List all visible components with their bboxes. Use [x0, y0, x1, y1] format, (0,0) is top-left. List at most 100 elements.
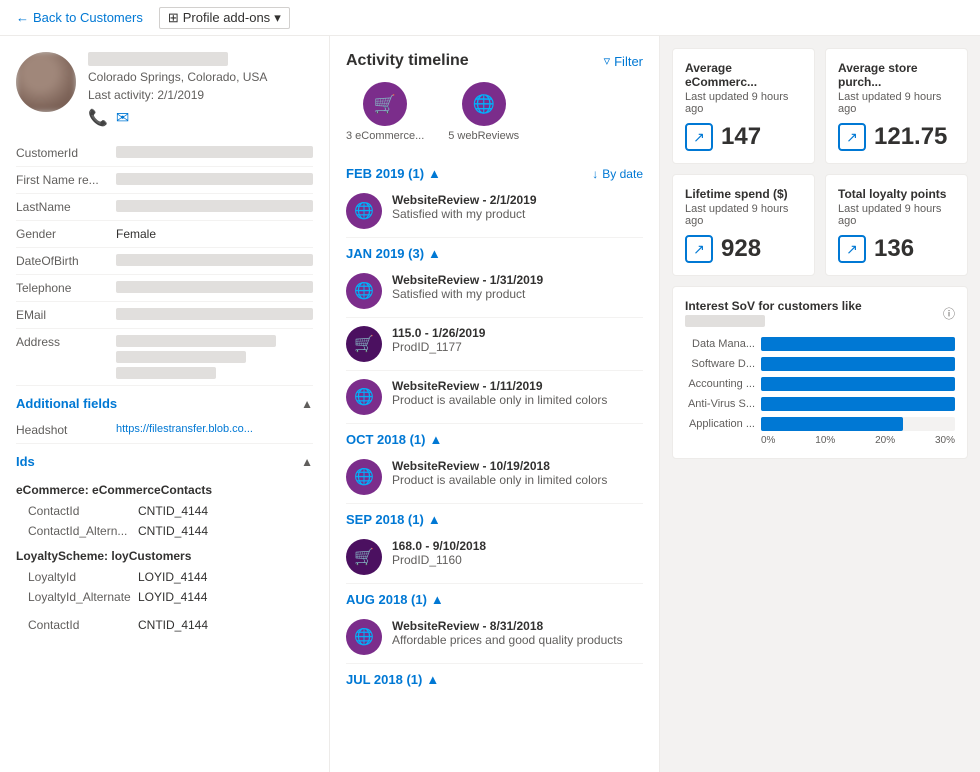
- email-icon[interactable]: ✉: [116, 108, 129, 128]
- chart-info-icon[interactable]: ⓘ: [943, 305, 955, 322]
- profile-contact-icons: 📞 ✉: [88, 108, 313, 128]
- timeline-item: 🌐 WebsiteReview - 10/19/2018 Product is …: [346, 451, 643, 504]
- field-value-telephone: [116, 281, 313, 293]
- bar-fill: [761, 377, 955, 391]
- filter-button[interactable]: ▿ Filter: [604, 53, 643, 69]
- kpi-card-lifetime-spend: Lifetime spend ($) Last updated 9 hours …: [672, 174, 815, 276]
- bar-fill: [761, 337, 955, 351]
- timeline-group-feb2019: FEB 2019 (1) ▲ ↓ By date: [346, 158, 643, 185]
- webreviews-label: 5 webReviews: [448, 130, 519, 142]
- ids-section-body: eCommerce: eCommerceContacts ContactId C…: [16, 483, 313, 635]
- activity-icon-ecommerce[interactable]: 🛒 3 eCommerce...: [346, 82, 424, 142]
- bar-fill: [761, 417, 903, 431]
- field-value-firstname: [116, 173, 313, 185]
- timeline-group-aug2018-label[interactable]: AUG 2018 (1) ▲: [346, 592, 444, 607]
- webreviews-circle: 🌐: [462, 82, 506, 126]
- timeline-event-desc: Affordable prices and good quality produ…: [392, 633, 643, 647]
- main-layout: Colorado Springs, Colorado, USA Last act…: [0, 36, 980, 772]
- kpi-row-1: Average eCommerc... Last updated 9 hours…: [672, 48, 968, 164]
- bar-row: Data Mana...: [685, 337, 955, 351]
- chart-title: Interest SoV for customers like: [685, 299, 943, 327]
- timeline-icon: 🌐: [346, 619, 382, 655]
- field-row-firstname: First Name re...: [16, 167, 313, 194]
- timeline-item: 🛒 168.0 - 9/10/2018 ProdID_1160: [346, 531, 643, 584]
- ecommerce-circle: 🛒: [363, 82, 407, 126]
- timeline-event-desc: Product is available only in limited col…: [392, 473, 643, 487]
- ids-extra-group: ContactId CNTID_4144: [16, 615, 313, 635]
- sort-icon: ↓: [592, 167, 598, 181]
- kpi-title-lifetime-spend: Lifetime spend ($): [685, 187, 802, 201]
- timeline-group-jan2019-label[interactable]: JAN 2019 (3) ▲: [346, 246, 441, 261]
- ids-section-chevron-icon: ▲: [301, 455, 313, 469]
- chart-x-labels: 0% 10% 20% 30%: [685, 435, 955, 446]
- kpi-subtitle-avg-ecommerce: Last updated 9 hours ago: [685, 91, 802, 115]
- kpi-value-avg-store: 121.75: [874, 123, 947, 151]
- timeline-group-aug2018: AUG 2018 (1) ▲: [346, 584, 643, 611]
- timeline-icon-websitrereview-0: 🌐: [346, 193, 382, 229]
- field-value-headshot[interactable]: https://filestransfer.blob.co...: [116, 423, 313, 435]
- timeline-event-desc: Satisfied with my product: [392, 207, 643, 221]
- timeline-group-jul2018-label[interactable]: JUL 2018 (1) ▲: [346, 672, 439, 687]
- ids-field-contactid2: ContactId CNTID_4144: [16, 615, 313, 635]
- ids-field-loyaltyid: LoyaltyId LOYID_4144: [16, 567, 313, 587]
- field-label-lastname: LastName: [16, 200, 116, 214]
- bar-track: [761, 417, 955, 431]
- timeline-item: 🌐 WebsiteReview - 1/31/2019 Satisfied wi…: [346, 265, 643, 318]
- additional-fields-header[interactable]: Additional fields ▲: [16, 386, 313, 417]
- field-label-email: EMail: [16, 308, 116, 322]
- kpi-subtitle-loyalty-points: Last updated 9 hours ago: [838, 203, 955, 227]
- kpi-title-loyalty-points: Total loyalty points: [838, 187, 955, 201]
- timeline-group-oct2018-label[interactable]: OCT 2018 (1) ▲: [346, 432, 442, 447]
- timeline-group-oct2018: OCT 2018 (1) ▲: [346, 424, 643, 451]
- ids-group-title-loyalty: LoyaltyScheme: loyCustomers: [16, 549, 313, 563]
- profile-addons-icon: ⊞: [168, 10, 179, 26]
- bar-track: [761, 397, 955, 411]
- activity-icons-row: 🛒 3 eCommerce... 🌐 5 webReviews: [346, 82, 643, 142]
- ids-section-title: Ids: [16, 454, 35, 469]
- filter-icon: ▿: [604, 53, 611, 69]
- timeline-group-sep2018-label[interactable]: SEP 2018 (1) ▲: [346, 512, 441, 527]
- field-label-address: Address: [16, 335, 116, 349]
- ids-label-loyaltyid-alt: LoyaltyId_Alternate: [28, 590, 138, 604]
- timeline-event-title: WebsiteReview - 1/11/2019: [392, 379, 643, 393]
- activity-header: Activity timeline ▿ Filter: [346, 52, 643, 70]
- by-date-button[interactable]: ↓ By date: [592, 167, 643, 181]
- timeline-group-feb2019-label[interactable]: FEB 2019 (1) ▲: [346, 166, 441, 181]
- timeline-event-title: 115.0 - 1/26/2019: [392, 326, 643, 340]
- bar-row: Anti-Virus S...: [685, 397, 955, 411]
- field-row-address: Address: [16, 329, 313, 386]
- bar-fill: [761, 357, 955, 371]
- additional-fields-chevron-icon: ▲: [301, 397, 313, 411]
- ids-section-header[interactable]: Ids ▲: [16, 444, 313, 475]
- timeline-item: 🌐 WebsiteReview - 8/31/2018 Affordable p…: [346, 611, 643, 664]
- profile-addons-label: Profile add-ons: [183, 10, 270, 25]
- bar-fill: [761, 397, 955, 411]
- profile-header: Colorado Springs, Colorado, USA Last act…: [16, 52, 313, 128]
- profile-addons-button[interactable]: ⊞ Profile add-ons ▾: [159, 7, 290, 29]
- ids-value-loyaltyid: LOYID_4144: [138, 570, 207, 584]
- profile-last-activity: Last activity: 2/1/2019: [88, 88, 313, 102]
- timeline-event-title: WebsiteReview - 2/1/2019: [392, 193, 643, 207]
- bar-label: Software D...: [685, 358, 755, 370]
- trend-up-icon: ↗: [838, 123, 866, 151]
- activity-icon-webreviews[interactable]: 🌐 5 webReviews: [448, 82, 519, 142]
- left-panel: Colorado Springs, Colorado, USA Last act…: [0, 36, 330, 772]
- center-panel: Activity timeline ▿ Filter 🛒 3 eCommerce…: [330, 36, 660, 772]
- ids-label-loyaltyid: LoyaltyId: [28, 570, 138, 584]
- trend-up-icon: ↗: [685, 123, 713, 151]
- timeline-event-title: WebsiteReview - 1/31/2019: [392, 273, 643, 287]
- ids-field-contactid-alt: ContactId_Altern... CNTID_4144: [16, 521, 313, 541]
- kpi-value-loyalty-points: 136: [874, 235, 914, 263]
- timeline-icon: 🌐: [346, 459, 382, 495]
- phone-icon[interactable]: 📞: [88, 108, 108, 128]
- kpi-card-avg-store: Average store purch... Last updated 9 ho…: [825, 48, 968, 164]
- timeline-event-desc: Satisfied with my product: [392, 287, 643, 301]
- chevron-up-icon: ▲: [426, 672, 439, 687]
- trend-up-icon: ↗: [685, 235, 713, 263]
- avatar: [16, 52, 76, 112]
- back-to-customers-link[interactable]: ← Back to Customers: [16, 10, 143, 25]
- chart-title-prefix: Interest SoV for customers like: [685, 299, 862, 313]
- timeline-item: 🌐 WebsiteReview - 2/1/2019 Satisfied wit…: [346, 185, 643, 238]
- field-value-email: [116, 308, 313, 320]
- chart-customer-name-blur: [685, 315, 765, 327]
